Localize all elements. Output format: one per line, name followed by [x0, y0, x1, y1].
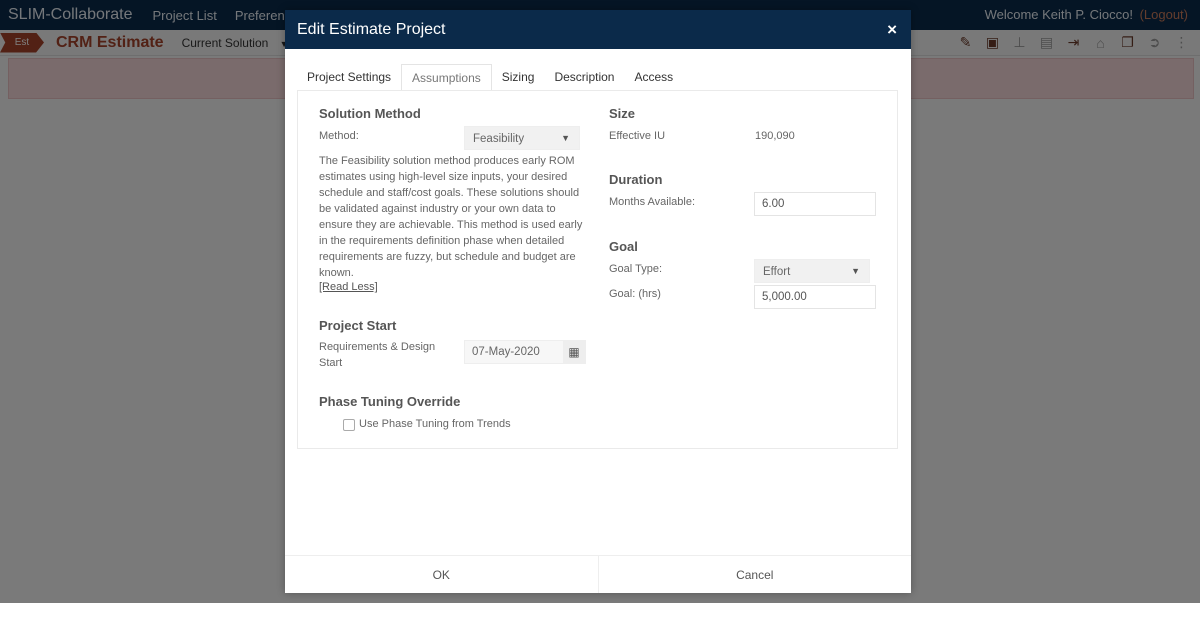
requirements-start-label: Requirements & Design Start [319, 341, 436, 369]
months-available-label: Months Available: [609, 196, 696, 208]
start-date-value: 07-May-2020 [472, 346, 540, 358]
method-select-value: Feasibility [473, 133, 525, 145]
method-select[interactable]: Feasibility ▼ [464, 126, 580, 150]
goal-type-label: Goal Type: [609, 263, 662, 275]
ok-button[interactable]: OK [285, 556, 598, 593]
assumptions-panel: Solution Method Method: Feasibility ▼ Th… [297, 90, 898, 449]
chevron-down-icon: ▼ [561, 133, 570, 143]
tab-assumptions[interactable]: Assumptions [401, 64, 492, 91]
duration-heading: Duration [609, 172, 663, 187]
start-date-input[interactable]: 07-May-2020 ▦ [464, 340, 586, 364]
goal-hrs-label: Goal: (hrs) [609, 288, 661, 300]
dialog-tabs: Project Settings Assumptions Sizing Desc… [297, 64, 683, 91]
effective-iu-label: Effective IU [609, 130, 666, 142]
close-icon[interactable]: × [887, 20, 897, 40]
dialog-footer: OK Cancel [285, 555, 911, 593]
cancel-button[interactable]: Cancel [597, 556, 912, 593]
effective-iu-value: 190,090 [755, 130, 795, 142]
months-available-input[interactable]: 6.00 [754, 192, 876, 216]
dialog-title: Edit Estimate Project [297, 20, 446, 38]
phase-tuning-checkbox[interactable] [343, 419, 355, 431]
read-less-link[interactable]: [Read Less] [319, 281, 378, 293]
solution-method-heading: Solution Method [319, 106, 421, 121]
edit-estimate-dialog: Edit Estimate Project × Project Settings… [285, 10, 911, 593]
dialog-header: Edit Estimate Project × [285, 10, 911, 49]
goal-heading: Goal [609, 239, 638, 254]
tab-description[interactable]: Description [544, 64, 624, 91]
goal-hrs-input[interactable]: 5,000.00 [754, 285, 876, 309]
chevron-down-icon: ▼ [851, 266, 860, 276]
tab-access[interactable]: Access [624, 64, 683, 91]
calendar-icon[interactable]: ▦ [563, 341, 585, 363]
method-description: The Feasibility solution method produces… [319, 155, 583, 279]
tab-project-settings[interactable]: Project Settings [297, 64, 401, 91]
tab-sizing[interactable]: Sizing [492, 64, 545, 91]
phase-tuning-heading: Phase Tuning Override [319, 394, 461, 409]
goal-type-value: Effort [763, 266, 791, 278]
project-start-heading: Project Start [319, 318, 397, 333]
method-label: Method: [319, 130, 359, 142]
size-heading: Size [609, 106, 636, 121]
goal-type-select[interactable]: Effort ▼ [754, 259, 870, 283]
phase-tuning-checkbox-label[interactable]: Use Phase Tuning from Trends [359, 418, 511, 430]
